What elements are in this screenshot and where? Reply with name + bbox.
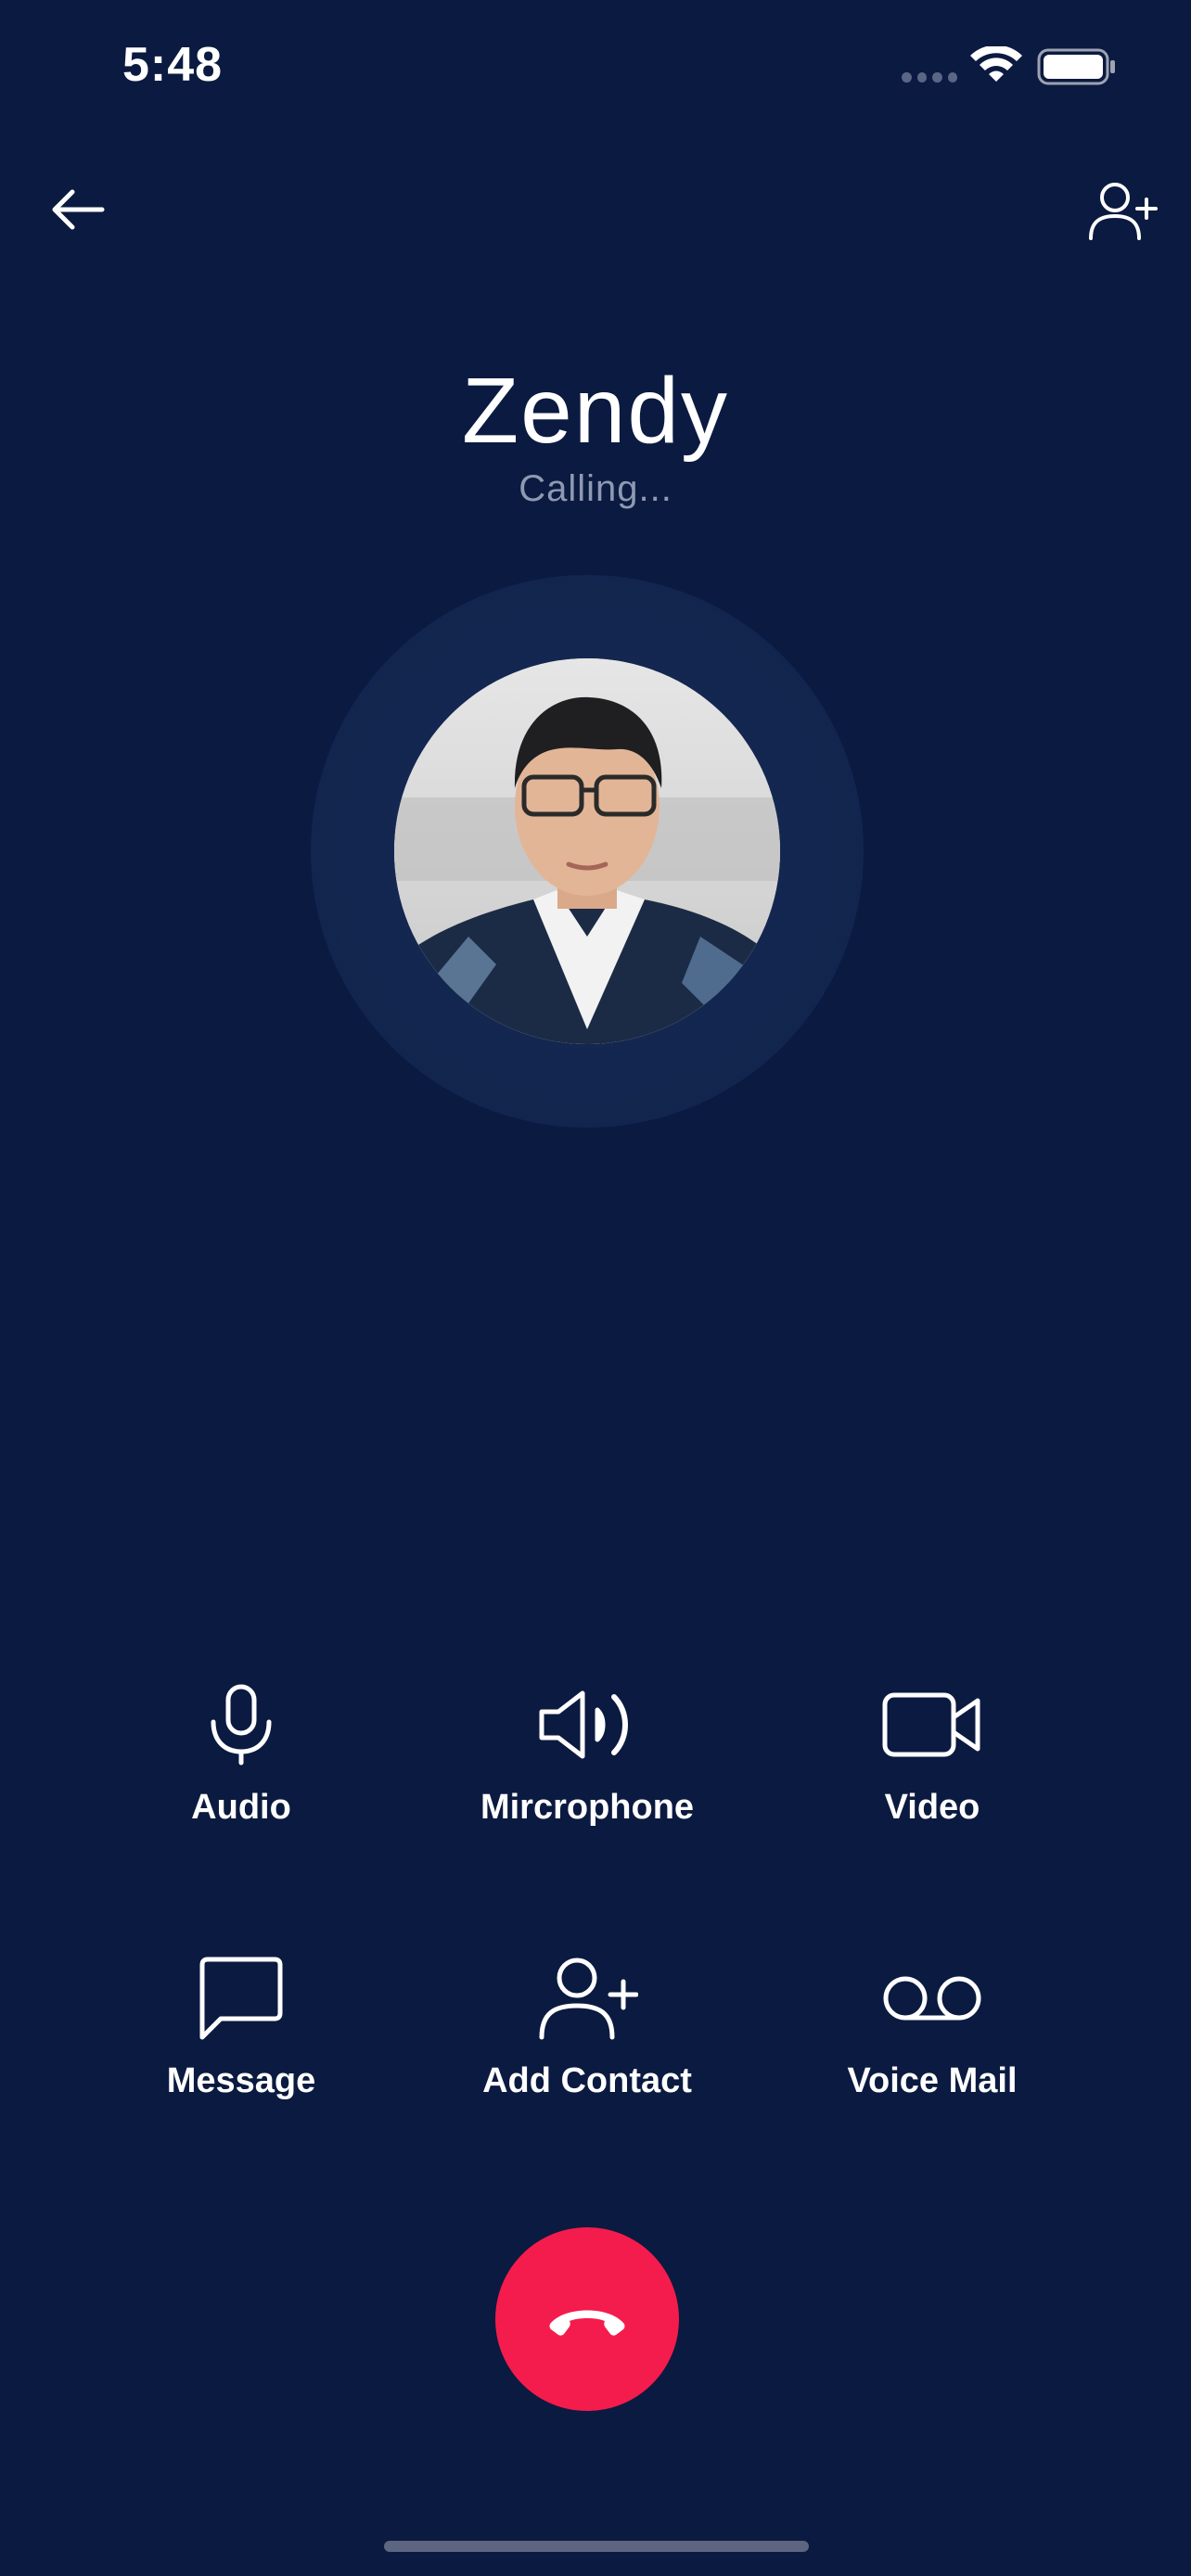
- arrow-left-icon: [52, 189, 105, 230]
- phone-hangup-icon: [549, 2310, 625, 2336]
- action-label: Mircrophone: [480, 1788, 695, 1827]
- user-plus-icon: [539, 1958, 638, 2040]
- voicemail-icon: [883, 1976, 981, 2021]
- avatar: [394, 658, 780, 1044]
- video-button[interactable]: Video: [793, 1678, 1071, 1828]
- end-call-button[interactable]: [495, 2227, 679, 2411]
- back-button[interactable]: [45, 176, 111, 243]
- message-bubble-icon: [199, 1957, 283, 2040]
- action-label: Audio: [191, 1788, 291, 1827]
- home-indicator[interactable]: [384, 2541, 809, 2552]
- message-button[interactable]: Message: [102, 1952, 380, 2101]
- action-label: Add Contact: [482, 2061, 692, 2100]
- microphone-icon: [211, 1684, 272, 1766]
- add-contact-header-button[interactable]: [1083, 172, 1161, 250]
- wifi-icon: [970, 46, 1022, 82]
- action-label: Voice Mail: [847, 2061, 1018, 2100]
- action-label: Video: [884, 1788, 980, 1827]
- mircrophone-button[interactable]: Mircrophone: [448, 1678, 726, 1828]
- add-contact-button[interactable]: Add Contact: [448, 1952, 726, 2101]
- battery-icon: [1037, 48, 1115, 85]
- speaker-icon: [539, 1690, 628, 1759]
- user-plus-icon: [1089, 183, 1158, 240]
- video-camera-icon: [882, 1692, 980, 1757]
- contact-name: Zendy: [462, 359, 729, 463]
- status-bar: 5:48: [0, 0, 1191, 139]
- call-status: Calling...: [519, 468, 672, 509]
- signal-dots-icon: [902, 72, 957, 83]
- voice-mail-button[interactable]: Voice Mail: [793, 1952, 1071, 2101]
- status-time: 5:48: [122, 38, 224, 92]
- audio-button[interactable]: Audio: [102, 1678, 380, 1828]
- action-label: Message: [166, 2061, 316, 2100]
